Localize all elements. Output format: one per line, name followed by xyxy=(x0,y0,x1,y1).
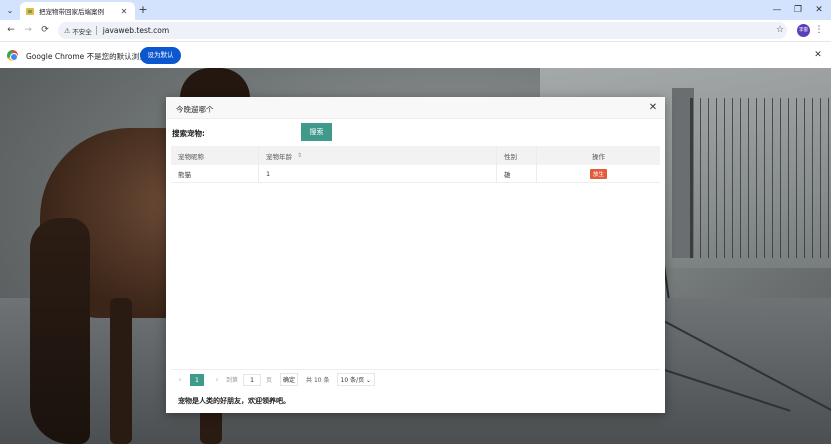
current-page[interactable]: 1 xyxy=(190,373,204,386)
tab-title: 把宠物带回家后端案例 xyxy=(39,8,104,16)
back-arrow-icon[interactable]: ← xyxy=(4,23,18,37)
browser-tab[interactable]: 把宠物带回家后端案例 ✕ xyxy=(20,2,135,20)
bookmark-star-icon[interactable]: ☆ xyxy=(774,23,786,37)
tab-strip: ⌄ 把宠物带回家后端案例 ✕ + — ❐ ✕ xyxy=(0,0,831,20)
profile-avatar[interactable]: 李雷 xyxy=(797,24,810,37)
cell-pet-name: 熊猫 xyxy=(171,165,259,182)
security-label[interactable]: 不安全 xyxy=(72,26,92,36)
modal-footer-text: 宠物是人类的好朋友，欢迎领养吧。 xyxy=(178,397,290,405)
table-row: 熊猫 1 雄 放生 xyxy=(171,165,660,183)
url-text[interactable]: javaweb.test.com xyxy=(103,26,169,35)
modal-close-icon[interactable]: ✕ xyxy=(647,102,659,114)
table-header-row: 宠物昵称 宠物年龄 ⇕ 性别 操作 xyxy=(171,146,660,165)
window-close-icon[interactable]: ✕ xyxy=(811,3,827,17)
horse-tail xyxy=(30,218,90,444)
minimize-icon[interactable]: — xyxy=(769,3,785,17)
warning-triangle-icon[interactable]: ⚠ xyxy=(64,27,70,35)
pet-table: 宠物昵称 宠物年龄 ⇕ 性别 操作 熊猫 1 雄 放生 xyxy=(171,146,660,183)
set-default-button[interactable]: 设为默认 xyxy=(140,47,181,64)
next-page-icon[interactable]: › xyxy=(211,375,223,384)
total-count: 共 10 条 xyxy=(306,377,330,384)
search-label: 搜索宠物: xyxy=(172,129,205,138)
goto-label: 到第 xyxy=(226,377,239,384)
page-unit-label: 页 xyxy=(266,377,273,384)
tab-search-chevron-down-icon[interactable]: ⌄ xyxy=(3,3,17,17)
modal-title: 今晚遛哪个 xyxy=(176,105,214,114)
header-gender: 性别 xyxy=(497,146,537,165)
tab-close-icon[interactable]: ✕ xyxy=(119,7,129,16)
page-size-select[interactable]: 10 条/页 ⌄ xyxy=(336,373,375,386)
goto-confirm-button[interactable]: 确定 xyxy=(280,373,299,386)
background-gate xyxy=(690,98,831,258)
infobar-close-icon[interactable]: ✕ xyxy=(812,49,824,61)
favicon-icon xyxy=(26,7,34,15)
search-button[interactable]: 搜索 xyxy=(301,123,332,141)
chrome-logo-icon xyxy=(7,50,18,61)
restore-icon[interactable]: ❐ xyxy=(790,3,806,17)
pet-modal: 今晚遛哪个 ✕ 搜索宠物: 搜索 宠物昵称 宠物年龄 ⇕ 性别 操作 熊猫 1 … xyxy=(166,97,665,413)
more-menu-icon[interactable]: ⋮ xyxy=(814,23,824,37)
search-input[interactable] xyxy=(204,123,300,141)
modal-header: 今晚遛哪个 ✕ xyxy=(166,97,665,119)
cell-pet-age: 1 xyxy=(259,165,497,182)
prev-page-icon[interactable]: ‹ xyxy=(174,375,186,384)
browser-toolbar: ← → ⟳ ⚠ 不安全 javaweb.test.com ☆ 李雷 ⋮ xyxy=(0,20,831,41)
infobar-message: Google Chrome 不是您的默认浏览器 xyxy=(26,52,155,61)
goto-page-input[interactable]: 1 xyxy=(243,373,262,386)
cell-gender: 雄 xyxy=(497,165,537,182)
address-bar[interactable]: ⚠ 不安全 javaweb.test.com xyxy=(58,22,787,39)
horse-leg xyxy=(110,298,132,444)
cell-action: 放生 xyxy=(537,165,660,182)
new-tab-plus-icon[interactable]: + xyxy=(136,3,150,17)
default-browser-infobar: Google Chrome 不是您的默认浏览器 设为默认 ✕ xyxy=(0,41,831,68)
forward-arrow-icon[interactable]: → xyxy=(21,23,35,37)
header-action: 操作 xyxy=(592,152,605,161)
header-pet-age[interactable]: 宠物年龄 ⇕ xyxy=(259,146,497,165)
omnibox-divider xyxy=(95,26,97,35)
reload-icon[interactable]: ⟳ xyxy=(38,23,52,37)
sort-icon[interactable]: ⇕ xyxy=(297,152,302,159)
header-pet-name: 宠物昵称 xyxy=(171,146,259,165)
release-button[interactable]: 放生 xyxy=(589,168,607,179)
pagination: ‹ 1 › 到第 1 页 确定 共 10 条 10 条/页 ⌄ xyxy=(171,369,660,389)
header-pet-age-label: 宠物年龄 xyxy=(266,152,292,161)
